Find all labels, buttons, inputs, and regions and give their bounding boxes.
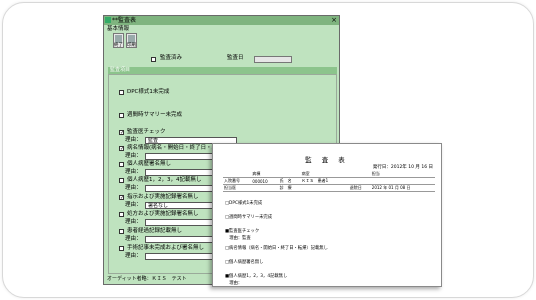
- reason-field[interactable]: 署名なし: [145, 202, 213, 209]
- item-label: 個人病歴1，2，3，4記載無し: [127, 177, 202, 183]
- item-label: 週間時サマリー未完成: [127, 112, 183, 118]
- reason-label: 理由：: [125, 236, 142, 242]
- table-row: 入院番号 000010 氏 名 ＫＩＳ 患者1: [223, 177, 435, 185]
- reason-label: 理由：: [125, 253, 142, 259]
- table-cell: 担当医: [223, 184, 252, 192]
- table-cell: 氏 名: [278, 177, 301, 185]
- report-line: 理由：監査: [225, 236, 251, 241]
- table-row: 担当医 診 療 退院日 2012 年 01 月 08 日: [223, 184, 435, 192]
- item-label: 処方および実施記録署名無し: [127, 211, 199, 217]
- print-button[interactable]: 印刷: [126, 33, 137, 48]
- report-title: 監 査 表: [305, 156, 349, 164]
- reason-field[interactable]: [145, 253, 213, 260]
- item-checkbox[interactable]: [119, 113, 124, 118]
- item-checkbox-checked[interactable]: ✓: [119, 146, 124, 152]
- item-checkbox[interactable]: [119, 162, 124, 167]
- reason-label: 理由：: [125, 219, 142, 225]
- menu-item-basic-info[interactable]: 基本情報: [107, 26, 129, 32]
- item-label: 個人病歴署名無し: [127, 161, 172, 167]
- reason-label: 理由：: [125, 137, 142, 143]
- item-checkbox-checked[interactable]: ✓: [119, 195, 124, 201]
- table-cell: 入院番号: [223, 177, 252, 185]
- audited-checkbox[interactable]: [151, 57, 156, 62]
- report-issue-date: 発行日：2012年 10 月 16 日: [372, 165, 433, 170]
- table-cell: [348, 177, 371, 185]
- item-label: 手術記事未完成および署名無し: [127, 245, 205, 251]
- reason-label: 理由：: [125, 202, 142, 208]
- report-line: □DPC様式1未完成: [225, 201, 263, 206]
- reason-field[interactable]: [145, 185, 213, 192]
- app-icon: [105, 17, 111, 23]
- table-cell: 000010: [251, 177, 279, 185]
- window-titlebar: **監査表 ×: [104, 16, 339, 25]
- printer-icon: [128, 35, 135, 43]
- item-checkbox[interactable]: [119, 212, 124, 217]
- audit-date-label: 監査日: [227, 55, 244, 61]
- item-checkbox[interactable]: [119, 90, 124, 95]
- report-line: □週間時サマリー未完成: [225, 215, 273, 220]
- report-line: 理由：: [225, 281, 243, 286]
- table-cell: ＫＩＳ 患者1: [300, 177, 346, 185]
- report-line: ■監査医チェック: [225, 229, 260, 234]
- report-line: □個人病歴署名無し: [225, 260, 264, 265]
- table-cell: 診 療: [278, 184, 301, 192]
- item-checkbox[interactable]: [119, 229, 124, 234]
- reason-label: 理由：: [125, 185, 142, 191]
- window-title: **監査表: [112, 17, 137, 24]
- panel-header: 監査項目: [108, 67, 337, 74]
- report-line: □病名情報（病名・開始日・終了日・転帰）記載無し: [225, 246, 328, 251]
- audit-report-preview: 監 査 表 発行日：2012年 10 月 16 日 病棟 病室 担当 入院番号 …: [212, 143, 442, 287]
- report-header-table: 病棟 病室 担当 入院番号 000010 氏 名 ＫＩＳ 患者1 担当医 診 療…: [223, 171, 435, 192]
- exit-icon: [115, 35, 122, 43]
- table-cell: [300, 184, 346, 192]
- audit-date-field[interactable]: [254, 56, 292, 63]
- menu-bar: 基本情報: [104, 25, 339, 33]
- reason-field[interactable]: [145, 219, 213, 226]
- item-label: 患者経過記録記載無し: [127, 228, 183, 234]
- item-checkbox[interactable]: [119, 178, 124, 183]
- toolbar: 終了 印刷: [104, 33, 339, 49]
- reason-label: 理由：: [125, 169, 142, 175]
- exit-button[interactable]: 終了: [113, 33, 124, 48]
- reason-label: 理由：: [125, 153, 142, 159]
- item-label: 指示および実施記録署名無し: [127, 194, 199, 200]
- table-cell: [370, 177, 435, 185]
- reason-field[interactable]: [145, 236, 213, 243]
- audit-status-row: 監査済み 監査日: [104, 54, 339, 64]
- report-line: ■個人病歴1，2，3，4記載無し: [225, 274, 288, 279]
- item-checkbox[interactable]: [119, 246, 124, 251]
- reason-field[interactable]: [145, 169, 213, 176]
- table-cell: [251, 184, 279, 192]
- item-label: DPC様式1未完成: [127, 89, 170, 95]
- item-checkbox-checked[interactable]: ✓: [119, 130, 124, 136]
- item-label: 監査医チェック: [127, 129, 166, 135]
- table-cell: 退院日: [348, 184, 371, 192]
- close-icon[interactable]: ×: [330, 16, 338, 24]
- table-cell: 2012 年 01 月 08 日: [370, 184, 435, 192]
- audited-label: 監査済み: [160, 55, 183, 61]
